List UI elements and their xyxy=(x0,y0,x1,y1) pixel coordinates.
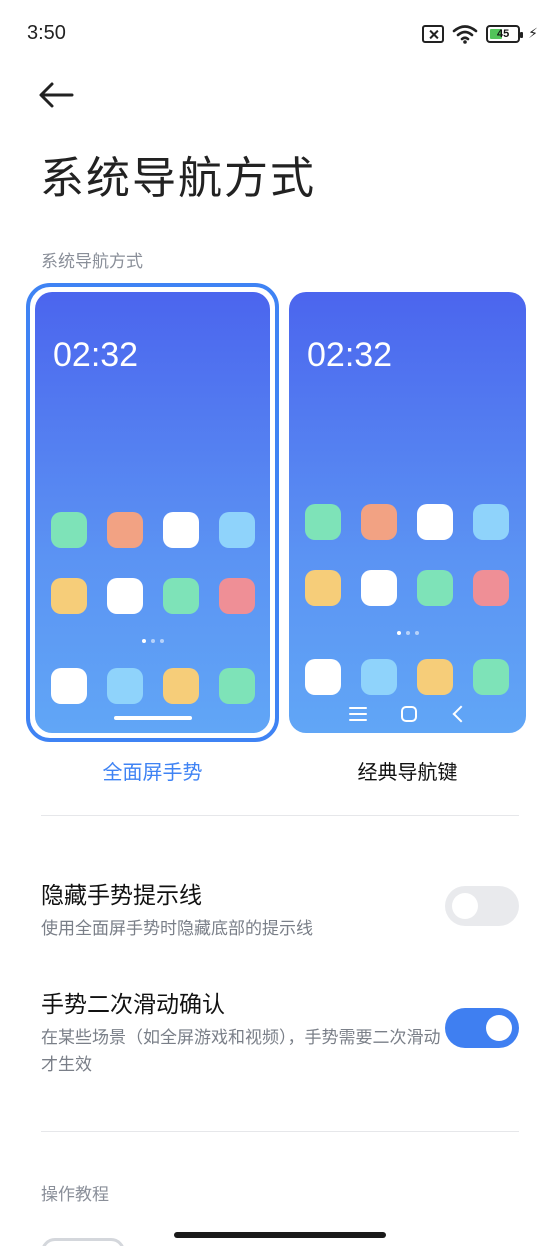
status-time: 3:50 xyxy=(27,22,66,44)
sim-disabled-icon xyxy=(422,25,445,43)
divider xyxy=(41,815,519,816)
gesture-confirm-toggle[interactable] xyxy=(445,1008,519,1048)
hide-gesture-line-toggle[interactable] xyxy=(445,886,519,926)
app-icon xyxy=(107,668,143,704)
setting-description: 使用全面屏手势时隐藏底部的提示线 xyxy=(41,919,313,939)
status-icons: 45 ⚡ xyxy=(422,22,538,46)
preview-app-grid xyxy=(305,504,509,606)
preview-time: 02:32 xyxy=(53,336,139,374)
preview-dock xyxy=(305,659,509,695)
status-bar: 3:50 45 ⚡ xyxy=(0,0,560,66)
section-label-nav: 系统导航方式 xyxy=(41,252,143,272)
battery-level: 45 xyxy=(497,28,510,40)
app-icon xyxy=(305,659,341,695)
app-icon xyxy=(417,504,453,540)
divider xyxy=(41,1131,519,1132)
home-key-icon xyxy=(400,706,417,722)
tutorial-item-peek[interactable] xyxy=(41,1238,125,1246)
setting-row-gesture-confirm[interactable]: 手势二次滑动确认 在某些场景（如全屏游戏和视频），手势需要二次滑动才生效 xyxy=(41,985,519,1079)
wifi-icon xyxy=(452,25,478,44)
app-icon xyxy=(51,512,87,548)
app-icon xyxy=(417,570,453,606)
back-key-icon xyxy=(452,705,469,723)
app-icon xyxy=(51,578,87,614)
app-icon xyxy=(361,504,397,540)
toggle-knob xyxy=(452,893,478,919)
nav-option-buttons-card[interactable]: 02:32 xyxy=(289,292,526,733)
preview-nav-keys xyxy=(289,705,526,723)
app-icon xyxy=(473,659,509,695)
page-title: 系统导航方式 xyxy=(40,153,316,204)
preview-time: 02:32 xyxy=(307,336,393,374)
home-indicator[interactable] xyxy=(174,1232,386,1238)
gesture-line xyxy=(113,716,192,720)
app-icon xyxy=(305,504,341,540)
battery-icon: 45 xyxy=(486,25,524,43)
app-icon xyxy=(163,512,199,548)
section-label-tutorial: 操作教程 xyxy=(41,1185,109,1205)
page-dots xyxy=(35,639,270,643)
charging-icon: ⚡ xyxy=(528,26,538,42)
buttons-preview: 02:32 xyxy=(289,292,526,733)
app-icon xyxy=(163,668,199,704)
app-icon xyxy=(219,578,255,614)
back-button[interactable] xyxy=(34,74,78,118)
app-icon xyxy=(473,504,509,540)
app-icon xyxy=(219,668,255,704)
app-icon xyxy=(107,512,143,548)
app-icon xyxy=(305,570,341,606)
nav-option-gestures-label[interactable]: 全面屏手势 xyxy=(26,756,279,785)
gestures-preview: 02:32 xyxy=(35,292,270,733)
app-icon xyxy=(361,659,397,695)
setting-description: 在某些场景（如全屏游戏和视频），手势需要二次滑动才生效 xyxy=(41,1028,441,1075)
app-icon xyxy=(107,578,143,614)
nav-option-buttons-label[interactable]: 经典导航键 xyxy=(289,756,526,785)
app-icon xyxy=(361,570,397,606)
app-icon xyxy=(51,668,87,704)
setting-row-hide-gesture-line[interactable]: 隐藏手势提示线 使用全面屏手势时隐藏底部的提示线 xyxy=(41,876,519,943)
app-icon xyxy=(473,570,509,606)
page-dots xyxy=(289,631,526,635)
preview-dock xyxy=(51,668,255,704)
toggle-knob xyxy=(486,1015,512,1041)
preview-app-grid xyxy=(51,512,255,614)
nav-option-gestures-card[interactable]: 02:32 xyxy=(26,283,279,742)
app-icon xyxy=(219,512,255,548)
app-icon xyxy=(417,659,453,695)
arrow-left-icon xyxy=(39,82,74,108)
menu-key-icon xyxy=(348,707,367,721)
app-icon xyxy=(163,578,199,614)
setting-title: 手势二次滑动确认 xyxy=(41,992,225,1018)
